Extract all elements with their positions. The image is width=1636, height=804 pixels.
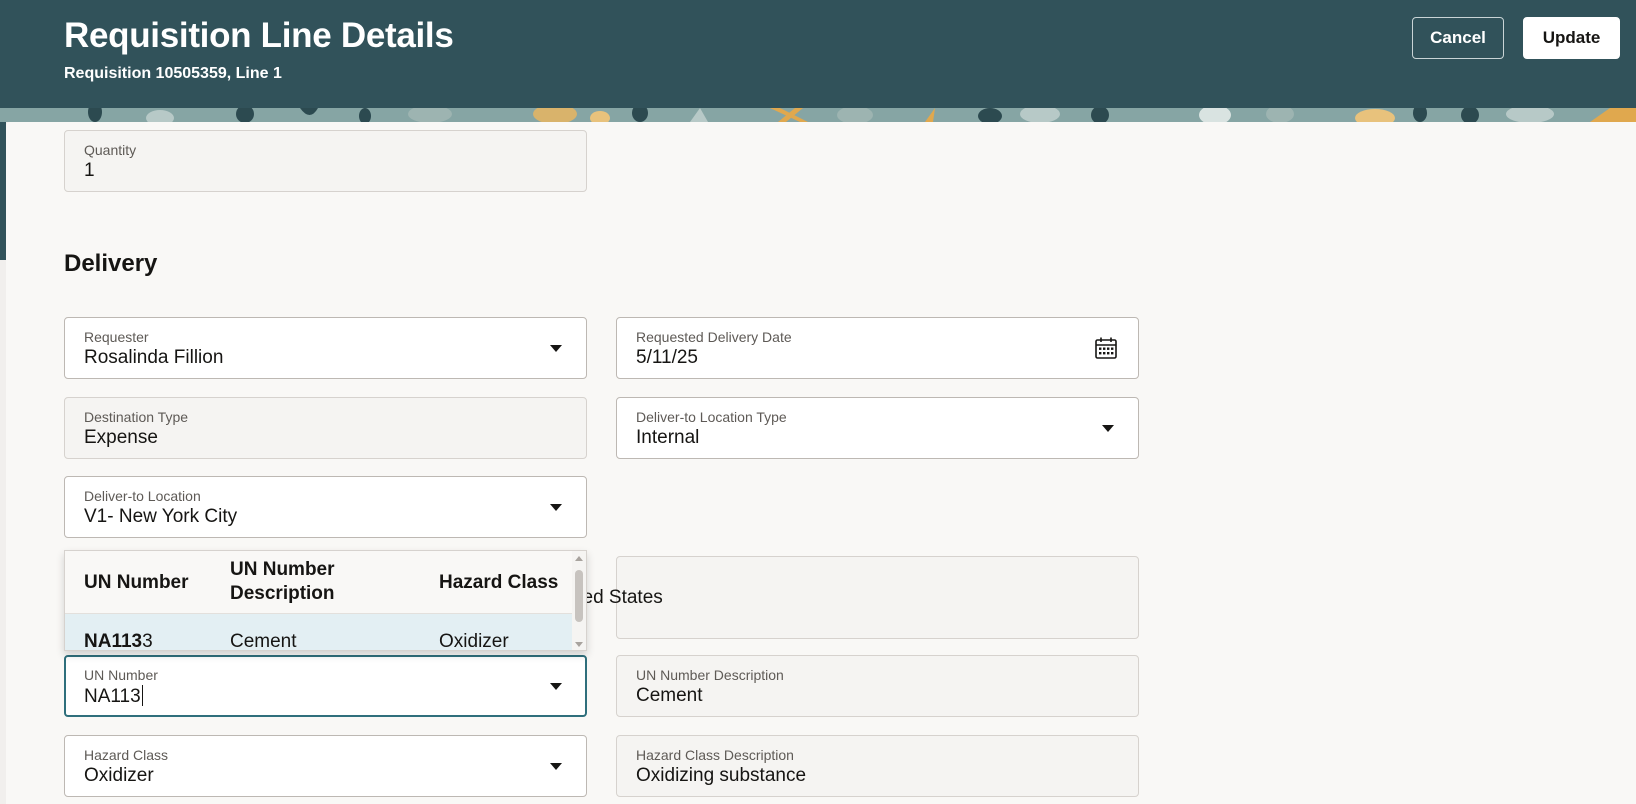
decorative-banner xyxy=(0,108,1636,122)
un-number-description-field: UN Number Description Cement xyxy=(616,655,1139,717)
chevron-down-icon[interactable] xyxy=(550,683,562,690)
un-number-input[interactable]: UN Number NA113 xyxy=(64,655,587,717)
un-number-label: UN Number xyxy=(84,667,158,683)
cancel-button[interactable]: Cancel xyxy=(1412,17,1504,59)
requester-select[interactable]: Requester Rosalinda Fillion xyxy=(64,317,587,379)
hazard-class-value: Oxidizer xyxy=(84,765,154,786)
requested-delivery-date-value: 5/11/25 xyxy=(636,347,698,368)
quantity-field: Quantity 1 xyxy=(64,130,587,192)
page-title: Requisition Line Details xyxy=(64,16,454,55)
destination-type-field: Destination Type Expense xyxy=(64,397,587,459)
option-description: Cement xyxy=(230,631,297,651)
chevron-down-icon[interactable] xyxy=(1102,425,1114,432)
option-un-number: NA1133 xyxy=(84,631,153,651)
deliver-to-location-type-value: Internal xyxy=(636,427,700,448)
update-button[interactable]: Update xyxy=(1523,17,1620,59)
deliver-to-location-value: V1- New York City xyxy=(84,506,238,527)
column-header-hazard-class: Hazard Class xyxy=(439,572,559,593)
destination-type-value: Expense xyxy=(84,427,158,448)
hazard-class-label: Hazard Class xyxy=(84,747,169,763)
destination-type-label: Destination Type xyxy=(84,409,189,425)
un-number-dropdown: UN Number UN Number Description Hazard C… xyxy=(64,550,587,651)
address-field: ited States xyxy=(573,556,1139,639)
calendar-icon[interactable] xyxy=(1094,336,1118,360)
deliver-to-location-type-select[interactable]: Deliver-to Location Type Internal xyxy=(616,397,1139,459)
chevron-down-icon[interactable] xyxy=(550,763,562,770)
dropdown-option-row[interactable]: NA1133 Cement Oxidizer xyxy=(65,614,574,651)
requester-value: Rosalinda Fillion xyxy=(84,347,224,368)
deliver-to-location-select[interactable]: Deliver-to Location V1- New York City xyxy=(64,476,587,538)
chevron-down-icon[interactable] xyxy=(550,345,562,352)
dropdown-scrollbar[interactable] xyxy=(572,551,586,650)
hazard-class-description-field: Hazard Class Description Oxidizing subst… xyxy=(616,735,1139,797)
scrollbar-thumb[interactable] xyxy=(575,570,583,622)
requested-delivery-date-field[interactable]: Requested Delivery Date 5/11/25 xyxy=(616,317,1139,379)
chevron-down-icon[interactable] xyxy=(550,504,562,511)
scroll-up-icon[interactable] xyxy=(575,556,583,561)
scroll-down-icon[interactable] xyxy=(575,642,583,647)
requester-label: Requester xyxy=(84,329,149,345)
hazard-class-description-label: Hazard Class Description xyxy=(636,747,794,763)
column-header-un-number-description: UN Number Description xyxy=(230,559,335,604)
page-header: Requisition Line Details Requisition 105… xyxy=(0,0,1636,122)
quantity-value: 1 xyxy=(84,160,95,181)
option-hazard-class: Oxidizer xyxy=(439,631,509,651)
text-cursor xyxy=(141,685,144,706)
page-subtitle: Requisition 10505359, Line 1 xyxy=(64,65,282,82)
un-number-value[interactable]: NA113 xyxy=(84,685,144,708)
quantity-label: Quantity xyxy=(84,142,137,158)
hazard-class-select[interactable]: Hazard Class Oxidizer xyxy=(64,735,587,797)
requested-delivery-date-label: Requested Delivery Date xyxy=(636,329,792,345)
hazard-class-description-value: Oxidizing substance xyxy=(636,765,807,786)
un-number-description-value: Cement xyxy=(636,685,703,706)
dropdown-header: UN Number UN Number Description Hazard C… xyxy=(65,551,574,614)
deliver-to-location-type-label: Deliver-to Location Type xyxy=(636,409,787,425)
delivery-section-title: Delivery xyxy=(64,250,158,277)
un-number-description-label: UN Number Description xyxy=(636,667,784,683)
deliver-to-location-label: Deliver-to Location xyxy=(84,488,201,504)
column-header-un-number: UN Number xyxy=(84,572,189,593)
